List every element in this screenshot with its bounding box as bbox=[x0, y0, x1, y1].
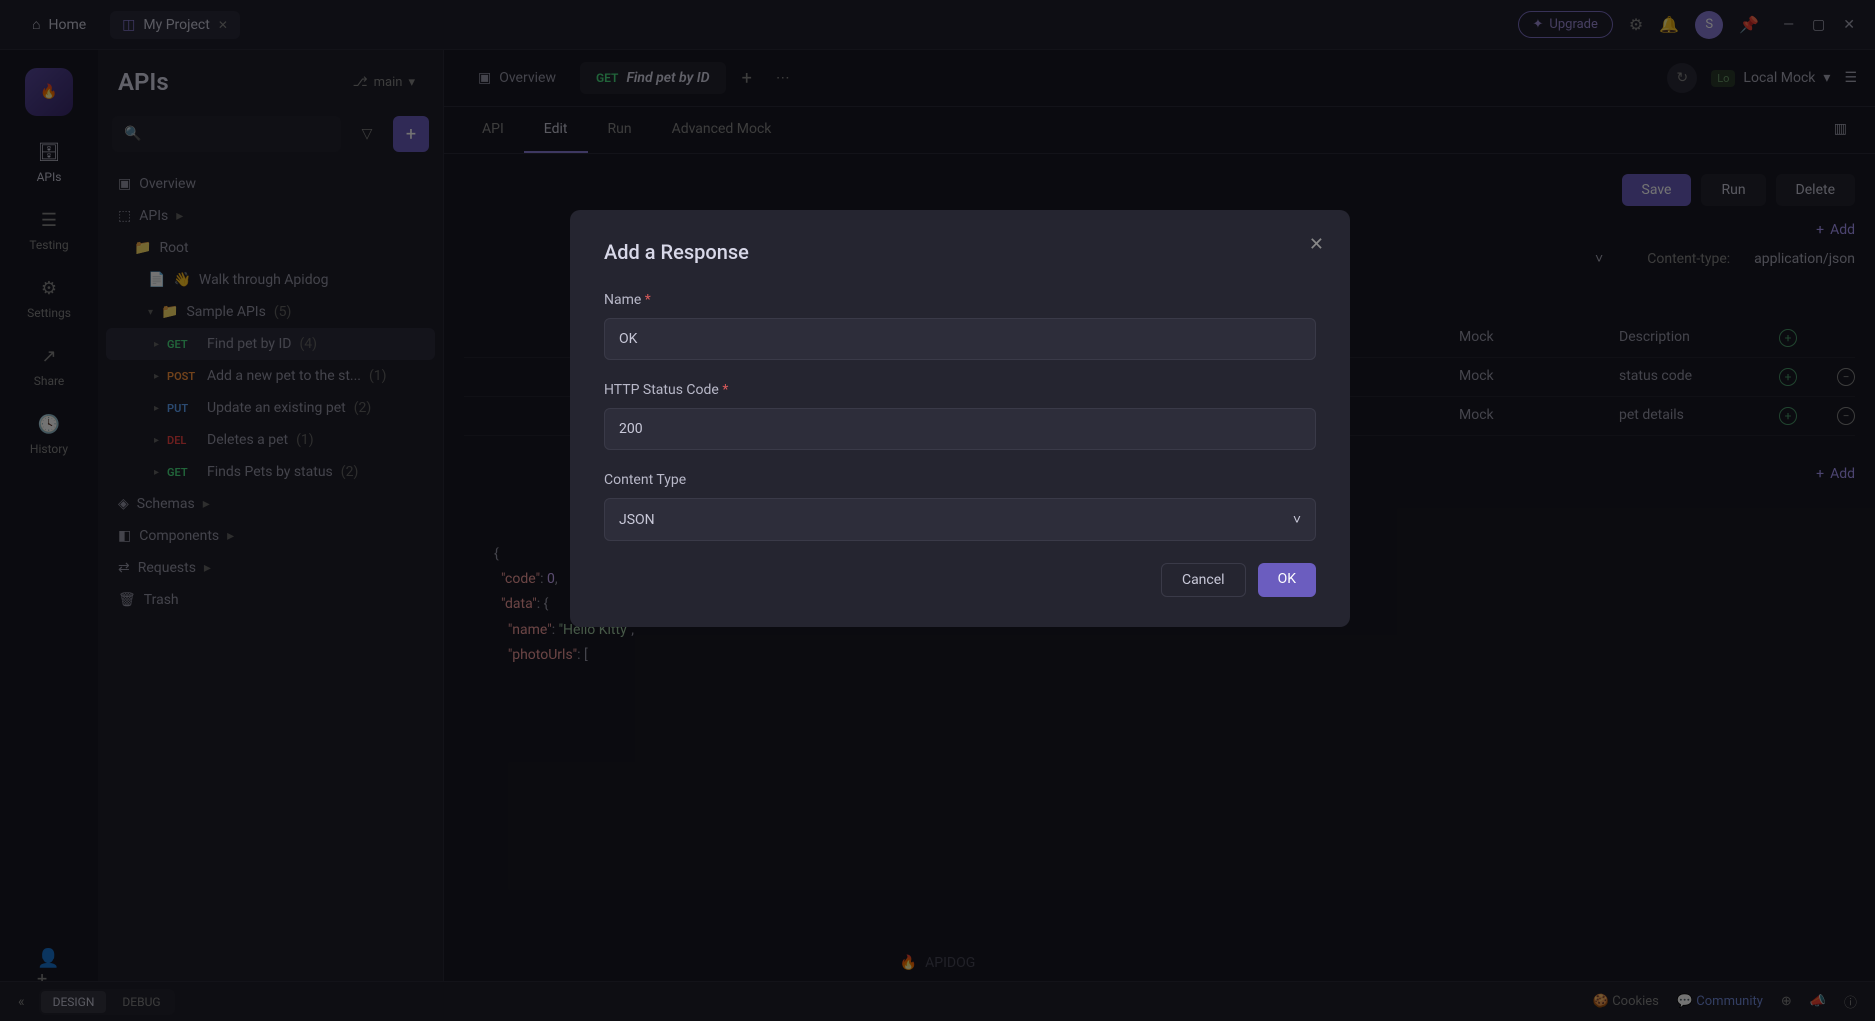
name-label: Name * bbox=[604, 292, 1316, 308]
add-response-modal: Add a Response ✕ Name * HTTP Status Code… bbox=[570, 210, 1350, 627]
modal-actions: Cancel OK bbox=[604, 563, 1316, 597]
content-type-label: Content Type bbox=[604, 472, 1316, 488]
chevron-down-icon: ˅ bbox=[1293, 511, 1301, 528]
modal-close-button[interactable]: ✕ bbox=[1309, 234, 1324, 255]
status-code-label: HTTP Status Code * bbox=[604, 382, 1316, 398]
ok-button[interactable]: OK bbox=[1258, 563, 1316, 597]
status-code-input[interactable] bbox=[604, 408, 1316, 450]
name-input[interactable] bbox=[604, 318, 1316, 360]
modal-title: Add a Response bbox=[604, 240, 1316, 264]
content-type-select[interactable]: JSON ˅ bbox=[604, 498, 1316, 541]
cancel-button[interactable]: Cancel bbox=[1161, 563, 1246, 597]
